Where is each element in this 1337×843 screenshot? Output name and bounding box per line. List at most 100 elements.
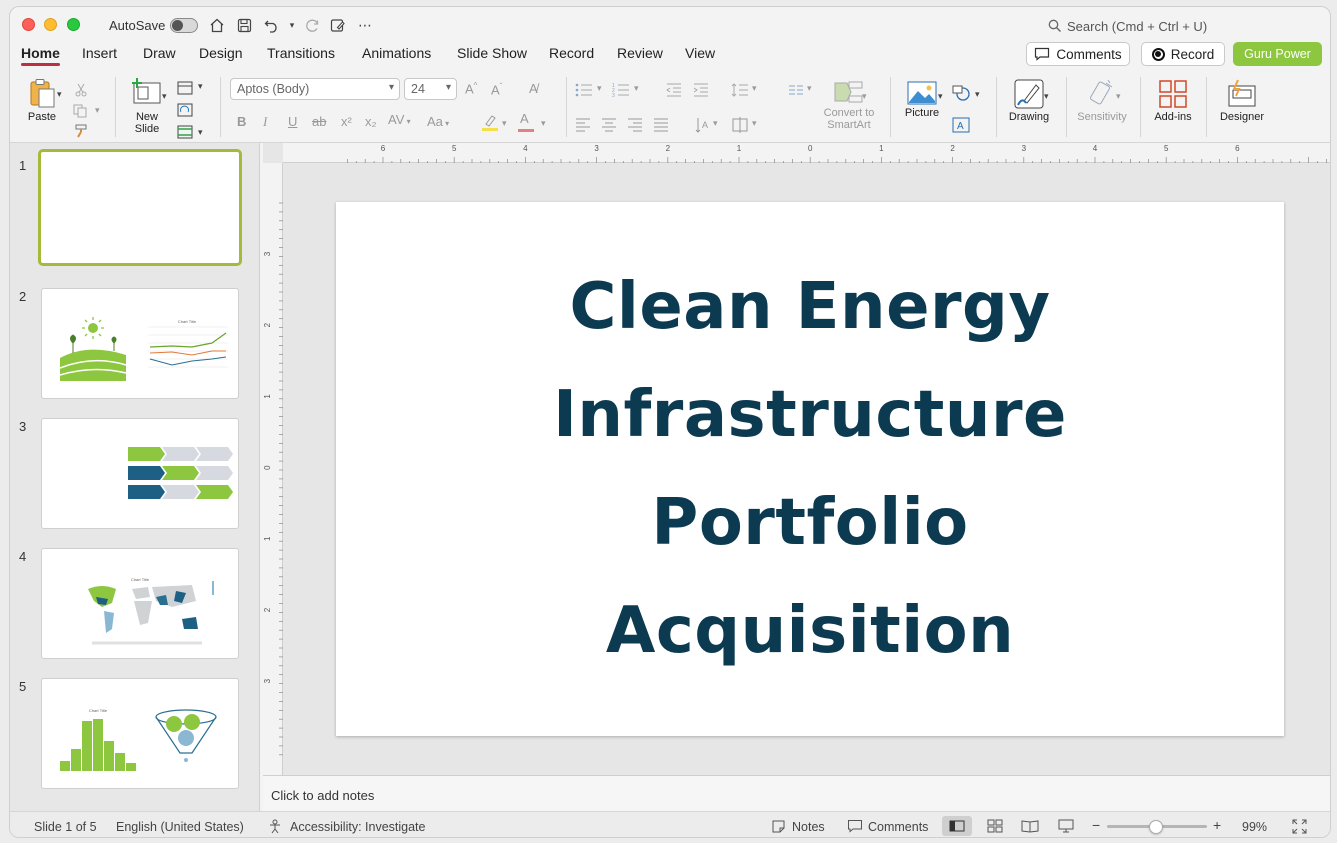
tab-view[interactable]: View: [685, 45, 715, 61]
horizontal-ruler[interactable]: 6 5 4 3 2 1 0 1 2 3 4 5 6: [283, 143, 1330, 163]
save-icon[interactable]: [234, 15, 254, 35]
window-close-button[interactable]: [22, 18, 35, 31]
slide-title[interactable]: Clean Energy Infrastructure Portfolio Ac…: [553, 253, 1067, 685]
font-name-field[interactable]: Aptos (Body) ▾: [230, 78, 400, 100]
increase-font-icon[interactable]: A^: [465, 81, 477, 96]
notes-pane[interactable]: Click to add notes: [263, 775, 1330, 811]
language-indicator[interactable]: English (United States): [116, 820, 244, 834]
zoom-slider-handle[interactable]: [1149, 820, 1164, 834]
tab-insert[interactable]: Insert: [82, 45, 117, 61]
section-icon[interactable]: [177, 125, 193, 139]
text-direction-icon[interactable]: A: [695, 117, 711, 133]
font-color-dropdown-icon[interactable]: ▾: [541, 118, 546, 129]
notes-placeholder[interactable]: Click to add notes: [271, 788, 374, 803]
superscript-icon[interactable]: x²: [341, 114, 352, 129]
shapes-icon[interactable]: [952, 85, 970, 101]
decrease-font-icon[interactable]: Aˇ: [491, 82, 502, 97]
format-painter-icon[interactable]: [73, 124, 89, 138]
numbering-dropdown-icon[interactable]: ▾: [634, 83, 639, 94]
slide-thumbnail-5[interactable]: Chart Title: [41, 678, 239, 789]
tab-slide-show[interactable]: Slide Show: [457, 45, 527, 61]
paste-dropdown-icon[interactable]: ▾: [57, 89, 62, 100]
slide-thumbnail-4[interactable]: Chart Title: [41, 548, 239, 659]
slide-thumbnail-3[interactable]: [41, 418, 239, 529]
autosave-toggle[interactable]: [170, 18, 198, 33]
add-ins-button[interactable]: Add-ins: [1150, 79, 1196, 123]
reading-view-icon[interactable]: [1021, 819, 1039, 833]
align-center-icon[interactable]: [601, 118, 617, 132]
text-direction-dropdown-icon[interactable]: ▾: [713, 118, 718, 129]
highlight-dropdown-icon[interactable]: ▾: [502, 118, 507, 129]
change-case-icon[interactable]: Aa ▾: [427, 114, 449, 129]
font-color-icon[interactable]: A: [520, 111, 529, 126]
tab-transitions[interactable]: Transitions: [267, 45, 335, 61]
tab-animations[interactable]: Animations: [362, 45, 431, 61]
new-slide-button[interactable]: New Slide: [125, 77, 169, 135]
numbering-icon[interactable]: 123: [612, 83, 630, 97]
text-box-icon[interactable]: A: [952, 117, 970, 133]
normal-view-button[interactable]: [942, 816, 972, 836]
record-button[interactable]: Record: [1141, 42, 1225, 66]
comments-button[interactable]: Comments: [1026, 42, 1130, 66]
reset-slide-icon[interactable]: [177, 103, 193, 117]
align-text-icon[interactable]: [731, 117, 749, 133]
highlight-icon[interactable]: [481, 114, 499, 132]
zoom-level[interactable]: 99%: [1242, 820, 1267, 834]
increase-indent-icon[interactable]: [693, 83, 709, 97]
columns-dropdown-icon[interactable]: ▾: [807, 83, 812, 94]
fit-to-window-icon[interactable]: [1292, 819, 1307, 834]
tab-draw[interactable]: Draw: [143, 45, 176, 61]
picture-dropdown-icon[interactable]: ▾: [938, 91, 943, 102]
section-dropdown-icon[interactable]: ▾: [198, 127, 203, 138]
vertical-ruler[interactable]: 3 2 1 0 1 2 3: [263, 163, 283, 775]
home-icon[interactable]: [207, 15, 227, 35]
slide-canvas[interactable]: Clean Energy Infrastructure Portfolio Ac…: [336, 202, 1284, 736]
undo-icon[interactable]: [262, 15, 282, 35]
notes-toggle[interactable]: Notes: [792, 820, 825, 834]
clear-formatting-icon[interactable]: A̸: [529, 81, 538, 96]
layout-dropdown-icon[interactable]: ▾: [198, 81, 203, 92]
slide-thumbnail-2[interactable]: Chart Title: [41, 288, 239, 399]
search-input[interactable]: Search (Cmd + Ctrl + U): [1067, 19, 1207, 34]
layout-icon[interactable]: [177, 81, 193, 95]
window-maximize-button[interactable]: [67, 18, 80, 31]
undo-dropdown-icon[interactable]: ▾: [282, 15, 302, 35]
italic-icon[interactable]: I: [263, 114, 267, 130]
strikethrough-icon[interactable]: ab: [312, 114, 326, 129]
align-right-icon[interactable]: [627, 118, 643, 132]
accessibility-status[interactable]: Accessibility: Investigate: [290, 820, 425, 834]
underline-icon[interactable]: U: [288, 114, 297, 129]
tab-design[interactable]: Design: [199, 45, 243, 61]
align-left-icon[interactable]: [575, 118, 591, 132]
columns-icon[interactable]: [788, 85, 804, 95]
character-spacing-icon[interactable]: AV ▾: [388, 112, 411, 127]
line-spacing-dropdown-icon[interactable]: ▾: [752, 83, 757, 94]
new-slide-dropdown-icon[interactable]: ▾: [162, 91, 167, 102]
slide-thumbnail-panel[interactable]: 1 2 Chart Title 3 4 Chart Title 5 Chart …: [10, 143, 260, 811]
tab-record[interactable]: Record: [549, 45, 594, 61]
designer-button[interactable]: Designer: [1214, 79, 1270, 123]
comments-toggle[interactable]: Comments: [868, 820, 928, 834]
slide-editor[interactable]: 6 5 4 3 2 1 0 1 2 3 4 5 6 3 2 1 0 1 2 3 Clean Energy Infra…: [263, 143, 1330, 775]
tab-home[interactable]: Home: [21, 45, 60, 66]
bullets-icon[interactable]: [575, 83, 593, 97]
align-text-dropdown-icon[interactable]: ▾: [752, 118, 757, 129]
subscript-icon[interactable]: x₂: [365, 114, 377, 129]
bold-icon[interactable]: B: [237, 114, 246, 129]
slide-sorter-icon[interactable]: [987, 819, 1003, 833]
more-options-icon[interactable]: ⋯: [355, 15, 375, 35]
line-spacing-icon[interactable]: [731, 83, 749, 97]
customize-qat-icon[interactable]: [328, 15, 348, 35]
paste-button[interactable]: Paste: [22, 77, 62, 123]
zoom-in-button[interactable]: +: [1213, 817, 1221, 833]
guru-power-button[interactable]: Guru Power: [1233, 42, 1322, 66]
decrease-indent-icon[interactable]: [666, 83, 682, 97]
drawing-dropdown-icon[interactable]: ▾: [1044, 91, 1049, 102]
shapes-dropdown-icon[interactable]: ▾: [975, 89, 980, 100]
font-size-field[interactable]: 24 ▾: [404, 78, 457, 100]
justify-icon[interactable]: [653, 118, 669, 132]
tab-review[interactable]: Review: [617, 45, 663, 61]
slide-thumbnail-1[interactable]: [38, 149, 242, 266]
slide-show-icon[interactable]: [1058, 819, 1074, 833]
bullets-dropdown-icon[interactable]: ▾: [597, 83, 602, 94]
